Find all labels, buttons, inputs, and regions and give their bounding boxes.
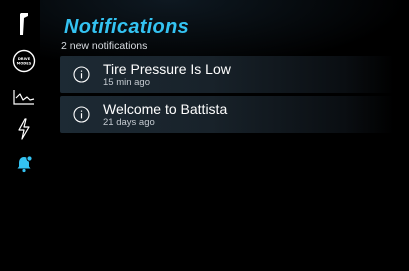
notification-item[interactable]: Welcome to Battista 21 days ago <box>60 96 394 133</box>
notification-title: Welcome to Battista <box>103 100 228 117</box>
notifications-bell-icon <box>17 155 33 173</box>
sidebar: DRIVE MODES <box>0 0 48 271</box>
notifications-screen: DRIVE MODES Notifications 2 new notifica… <box>0 0 409 271</box>
notification-time: 21 days ago <box>103 116 155 128</box>
lightning-bolt-icon <box>18 118 30 140</box>
performance-button[interactable] <box>0 86 48 108</box>
svg-text:DRIVE: DRIVE <box>18 57 31 61</box>
info-icon <box>73 106 90 123</box>
notification-count: 2 new notifications <box>61 40 148 52</box>
notification-time: 15 min ago <box>103 76 151 88</box>
performance-chart-icon <box>13 90 35 105</box>
notification-title: Tire Pressure Is Low <box>103 60 231 77</box>
drive-modes-button[interactable]: DRIVE MODES <box>0 48 48 74</box>
page-title: Notifications <box>64 16 190 38</box>
info-icon <box>73 66 90 83</box>
notification-item[interactable]: Tire Pressure Is Low 15 min ago <box>60 56 394 93</box>
car-logo-icon[interactable] <box>0 10 48 38</box>
notifications-button[interactable] <box>0 153 48 175</box>
svg-text:MODES: MODES <box>17 62 32 66</box>
energy-button[interactable] <box>0 117 48 141</box>
drive-modes-icon: DRIVE MODES <box>12 49 36 73</box>
